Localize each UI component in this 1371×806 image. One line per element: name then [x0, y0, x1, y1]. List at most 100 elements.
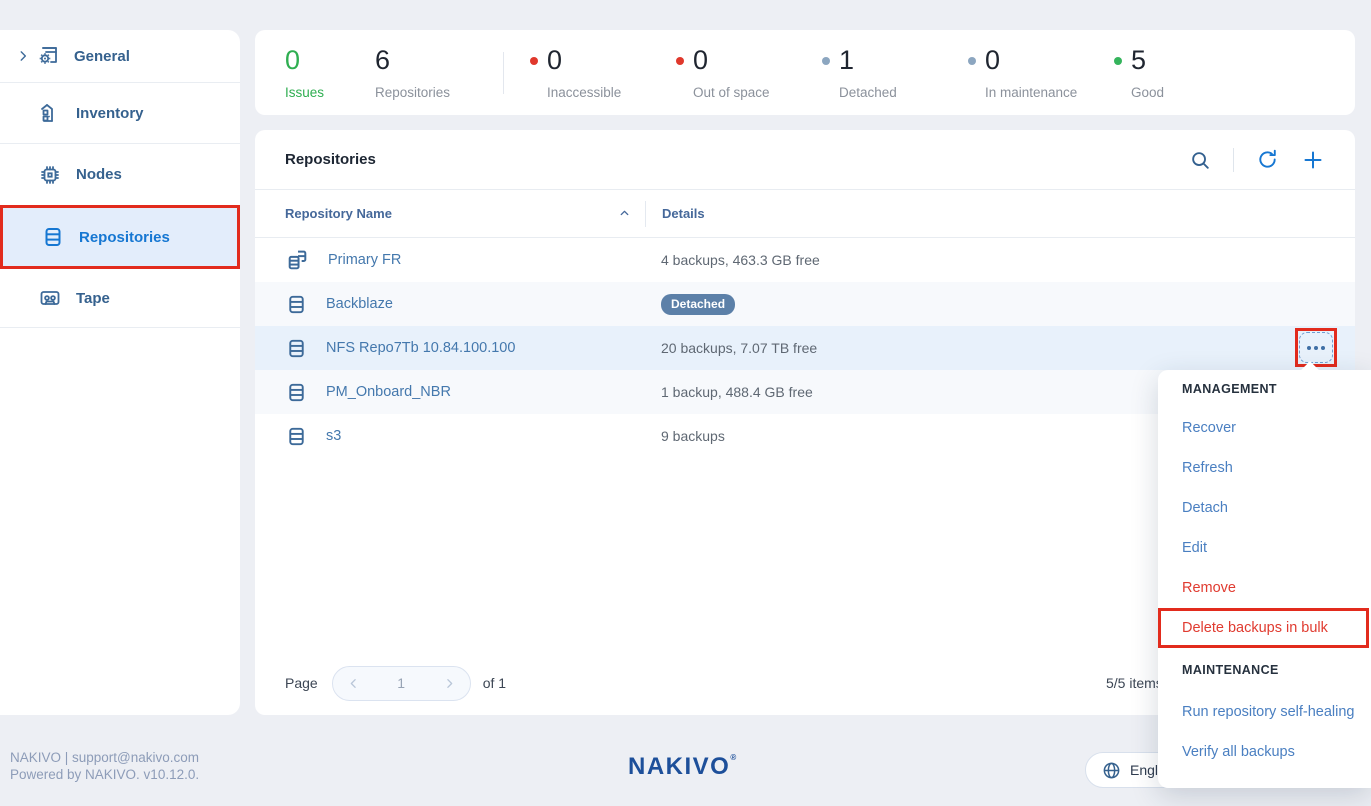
repository-details: 9 backups — [645, 428, 725, 444]
column-repository-name[interactable]: Repository Name — [255, 206, 645, 221]
sidebar-item-tape[interactable]: Tape — [0, 269, 240, 328]
stat-label: In maintenance — [968, 85, 1114, 100]
panel-title: Repositories — [285, 151, 376, 168]
chevron-right-icon[interactable] — [16, 49, 30, 63]
status-dot-red — [530, 57, 538, 65]
stat-value: 5 — [1131, 45, 1146, 76]
stat-repositories: 6 Repositories — [375, 45, 495, 99]
tape-icon — [38, 286, 62, 310]
table-column-headers: Repository Name Details — [255, 190, 1355, 238]
repository-details: 4 backups, 463.3 GB free — [645, 252, 820, 268]
sidebar-item-label: Nodes — [76, 166, 122, 183]
nakivo-logo: NAKIVO® — [628, 753, 736, 781]
repository-icon — [41, 225, 65, 249]
repository-group-icon — [285, 248, 310, 273]
inventory-icon — [38, 101, 62, 125]
add-icon[interactable] — [1301, 148, 1325, 172]
sidebar-item-general[interactable]: General — [0, 30, 240, 83]
sidebar: General Inventory Nodes — [0, 30, 240, 715]
row-actions-ellipsis-button[interactable] — [1299, 332, 1333, 363]
repository-name[interactable]: NFS Repo7Tb 10.84.100.100 — [326, 340, 515, 356]
stat-issues: 0 Issues — [285, 45, 347, 99]
table-row[interactable]: Primary FR 4 backups, 463.3 GB free — [255, 238, 1355, 282]
repository-summary-bar: 0 Issues 6 Repositories 0 Inaccessible 0… — [255, 30, 1355, 115]
ellipsis-dot — [1314, 346, 1318, 350]
annotation-box-row-menu — [1295, 328, 1337, 367]
footer-support-info: NAKIVO | support@nakivo.com Powered by N… — [10, 750, 199, 784]
stat-value: 0 — [693, 45, 708, 76]
repository-icon — [285, 381, 308, 404]
panel-header: Repositories — [255, 130, 1355, 190]
page-label: Page — [285, 675, 318, 691]
sidebar-item-inventory[interactable]: Inventory — [0, 83, 240, 144]
menu-item-run-repository-self-healing[interactable]: Run repository self-healing — [1158, 692, 1371, 732]
menu-item-delete-backups-in-bulk[interactable]: Delete backups in bulk — [1158, 608, 1371, 648]
sidebar-item-repositories[interactable]: Repositories — [0, 205, 240, 269]
repository-icon — [285, 293, 308, 316]
menu-item-refresh[interactable]: Refresh — [1158, 448, 1371, 488]
status-dot-gray — [968, 57, 976, 65]
repository-name[interactable]: Backblaze — [326, 296, 393, 312]
menu-item-edit[interactable]: Edit — [1158, 528, 1371, 568]
menu-section-maintenance: MAINTENANCE — [1158, 648, 1371, 692]
sidebar-item-nodes[interactable]: Nodes — [0, 144, 240, 205]
table-row-highlighted[interactable]: NFS Repo7Tb 10.84.100.100 20 backups, 7.… — [255, 326, 1355, 370]
stat-in-maintenance: 0 In maintenance — [968, 45, 1114, 99]
repository-name[interactable]: PM_Onboard_NBR — [326, 384, 451, 400]
status-dot-green — [1114, 57, 1122, 65]
menu-item-remove[interactable]: Remove — [1158, 568, 1371, 608]
next-page-icon[interactable] — [443, 677, 456, 690]
repository-name[interactable]: Primary FR — [328, 252, 401, 268]
sidebar-item-label: Tape — [76, 290, 110, 307]
repository-icon — [285, 425, 308, 448]
repository-icon — [285, 337, 308, 360]
stat-value: 0 — [285, 45, 300, 76]
menu-section-management: MANAGEMENT — [1158, 370, 1371, 408]
status-dot-red — [676, 57, 684, 65]
stat-value: 0 — [547, 45, 562, 76]
stat-out-of-space: 0 Out of space — [676, 45, 822, 99]
repository-context-menu: MANAGEMENT Recover Refresh Detach Edit R… — [1158, 370, 1371, 788]
ellipsis-dot — [1307, 346, 1311, 350]
stat-label: Detached — [822, 85, 968, 100]
sort-ascending-icon[interactable] — [618, 207, 631, 220]
stat-label: Out of space — [676, 85, 822, 100]
stat-detached: 1 Detached — [822, 45, 968, 99]
items-count: 5/5 items — [1106, 675, 1163, 691]
detached-status-badge: Detached — [661, 294, 735, 315]
stats-divider — [503, 52, 504, 94]
menu-item-verify-all-backups[interactable]: Verify all backups — [1158, 732, 1371, 772]
stat-label: Repositories — [375, 85, 495, 100]
sidebar-item-label: General — [74, 48, 130, 65]
stat-value: 1 — [839, 45, 854, 76]
stat-label: Inaccessible — [530, 85, 676, 100]
stat-label: Good — [1114, 85, 1232, 100]
status-dot-gray — [822, 57, 830, 65]
gear-window-icon — [36, 44, 60, 68]
repository-name[interactable]: s3 — [326, 428, 341, 444]
stat-value: 6 — [375, 45, 390, 76]
menu-item-recover[interactable]: Recover — [1158, 408, 1371, 448]
sidebar-item-label: Repositories — [79, 229, 170, 246]
ellipsis-dot — [1321, 346, 1325, 350]
stat-inaccessible: 0 Inaccessible — [530, 45, 676, 99]
repository-details: 1 backup, 488.4 GB free — [645, 384, 813, 400]
stat-label: Issues — [285, 85, 347, 100]
current-page: 1 — [397, 675, 405, 691]
search-icon[interactable] — [1189, 149, 1211, 171]
page-selector[interactable]: 1 — [332, 666, 471, 701]
stat-value: 0 — [985, 45, 1000, 76]
chip-icon — [38, 163, 62, 187]
page-of-label: of 1 — [483, 675, 506, 691]
table-row[interactable]: Backblaze Detached — [255, 282, 1355, 326]
footer-version-line: Powered by NAKIVO. v10.12.0. — [10, 767, 199, 784]
actions-divider — [1233, 148, 1234, 172]
menu-item-detach[interactable]: Detach — [1158, 488, 1371, 528]
registered-mark: ® — [730, 753, 736, 762]
repository-details: 20 backups, 7.07 TB free — [645, 340, 817, 356]
refresh-icon[interactable] — [1256, 148, 1279, 171]
previous-page-icon[interactable] — [347, 677, 360, 690]
column-details[interactable]: Details — [646, 206, 705, 221]
sidebar-item-label: Inventory — [76, 105, 144, 122]
stat-good: 5 Good — [1114, 45, 1232, 99]
